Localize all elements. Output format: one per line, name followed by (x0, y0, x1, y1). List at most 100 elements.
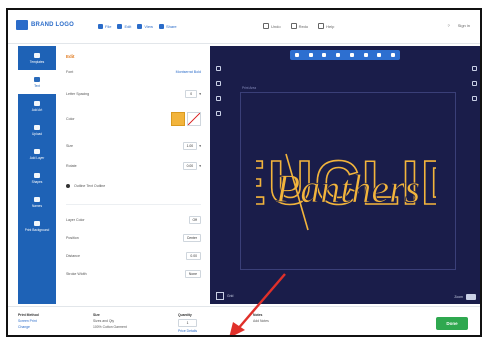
position-input[interactable]: Center (182, 234, 201, 242)
canvas-toolbar (290, 50, 400, 60)
tool-share-label: Share (165, 24, 177, 29)
templates-icon (34, 52, 40, 58)
outline-row[interactable]: Outline Text Outline (66, 184, 201, 188)
print-method-heading: Print Method (18, 313, 39, 317)
stroke-select[interactable]: None (184, 270, 201, 278)
sign-in-link[interactable]: Sign in (458, 23, 470, 28)
no-color-swatch[interactable] (187, 112, 201, 126)
tool-view[interactable]: View (137, 24, 153, 29)
font-label: Font (66, 70, 74, 74)
position-select[interactable]: Center (182, 234, 201, 242)
layer-input[interactable]: Off (188, 216, 201, 224)
distance-stepper[interactable]: 0.00 (186, 252, 201, 260)
stroke-label: Stroke Width (66, 272, 87, 276)
nav-text[interactable]: Text (18, 70, 56, 94)
logo-text: BRAND LOGO (31, 22, 74, 28)
undo-label: Undo (271, 23, 281, 29)
flip-icon[interactable] (308, 53, 313, 57)
done-button[interactable]: Done (436, 317, 468, 330)
artboard-label: Print Area (242, 86, 256, 90)
logo-icon (16, 20, 28, 30)
layer-up-icon[interactable] (336, 53, 341, 57)
quantity-heading: Quantity (178, 313, 192, 317)
outline-label: Outline Text Outline (74, 184, 106, 188)
question-icon[interactable]: ? (448, 23, 450, 28)
align-icon[interactable] (294, 53, 299, 57)
layer-row: Layer Color Off (66, 216, 201, 224)
nav-label: Add Art (31, 107, 43, 112)
undo-icon (263, 23, 269, 29)
brand-logo[interactable]: BRAND LOGO (16, 20, 74, 30)
nav-label: Print Background (24, 227, 50, 232)
front-icon[interactable] (472, 66, 477, 71)
help-button[interactable]: Help (318, 23, 334, 29)
rotate-label: Rotate (66, 164, 77, 168)
pencil-icon[interactable] (216, 111, 221, 116)
canvas-right-tools (472, 66, 477, 101)
distance-input[interactable]: 0.00 (186, 252, 201, 260)
nav-add-art[interactable]: Add Art (18, 94, 56, 118)
nav-upload[interactable]: Upload (18, 118, 56, 142)
nav-add-layer[interactable]: Add Layer (18, 142, 56, 166)
design-artwork[interactable]: EUCLID Panthers (256, 134, 436, 234)
select-icon[interactable] (216, 66, 221, 71)
nav-label: Upload (31, 131, 43, 136)
redo-button[interactable]: Redo (290, 23, 308, 29)
center-icon[interactable] (322, 53, 327, 57)
nav-templates[interactable]: Templates (18, 46, 56, 70)
spacing-stepper[interactable]: 0 ▾ (185, 90, 201, 98)
quantity-input[interactable]: 1 (178, 319, 198, 327)
outline-radio[interactable] (66, 184, 70, 188)
change-link[interactable]: Change (18, 325, 39, 329)
zoom-control[interactable]: Zoom (454, 294, 476, 300)
layer-down-icon[interactable] (349, 53, 354, 57)
nav-label: Names (31, 203, 43, 208)
top-actions: Undo Redo Help (263, 23, 334, 29)
spacing-row: Letter Spacing 0 ▾ (66, 90, 201, 98)
notes-col: Notes Add Notes (253, 313, 269, 323)
spacing-input[interactable]: 0 (185, 90, 198, 98)
names-icon (34, 196, 40, 202)
distance-label: Distance (66, 254, 80, 258)
tool-file[interactable]: File (98, 24, 111, 29)
panel-title: Edit (66, 54, 75, 59)
font-row: Font Montserrat Bold (66, 70, 201, 74)
rotate-input[interactable]: 0.00 (182, 162, 198, 170)
spacing-label: Letter Spacing (66, 92, 90, 96)
size-row: Size 1.00 ▾ (66, 142, 201, 150)
delete-icon[interactable] (391, 53, 396, 57)
print-method-value[interactable]: Screen Print (18, 319, 39, 323)
tool-edit[interactable]: Edit (117, 24, 131, 29)
stroke-row: Stroke Width None (66, 270, 201, 278)
nav-names[interactable]: Names (18, 190, 56, 214)
add-notes[interactable]: Add Notes (253, 319, 269, 323)
search-icon[interactable] (472, 96, 477, 101)
size-input[interactable]: 1.00 (182, 142, 198, 150)
zoom-out-icon[interactable] (216, 96, 221, 101)
layer-toggle[interactable]: Off (188, 216, 201, 224)
design-canvas[interactable]: Print Area EUCLID Panthers Grid Zoom (210, 46, 480, 304)
nav-label: Shapes (31, 179, 43, 184)
rotate-row: Rotate 0.00 ▾ (66, 162, 201, 170)
tool-share[interactable]: Share (158, 24, 177, 29)
nav-shapes[interactable]: Shapes (18, 166, 56, 190)
rotate-stepper[interactable]: 0.00 ▾ (182, 162, 201, 170)
help-label: Help (326, 23, 335, 29)
zoom-in-icon[interactable] (216, 81, 221, 86)
help-icon (318, 23, 325, 29)
top-bar: BRAND LOGO File Edit View Share Undo Red… (8, 10, 480, 44)
upload-icon (34, 124, 40, 130)
grid-toggle[interactable]: Grid (216, 292, 233, 300)
stroke-input[interactable]: None (184, 270, 201, 278)
lock-icon[interactable] (377, 53, 382, 57)
font-select[interactable]: Montserrat Bold (176, 70, 201, 74)
nav-print-background[interactable]: Print Background (18, 214, 56, 238)
price-details-link[interactable]: Price Details (178, 329, 197, 333)
back-icon[interactable] (472, 81, 477, 86)
size-stepper[interactable]: 1.00 ▾ (182, 142, 201, 150)
duplicate-icon[interactable] (363, 53, 368, 57)
color-swatch[interactable] (171, 112, 185, 126)
undo-button[interactable]: Undo (263, 23, 281, 29)
tool-file-label: File (105, 24, 112, 29)
file-icon (98, 24, 103, 29)
